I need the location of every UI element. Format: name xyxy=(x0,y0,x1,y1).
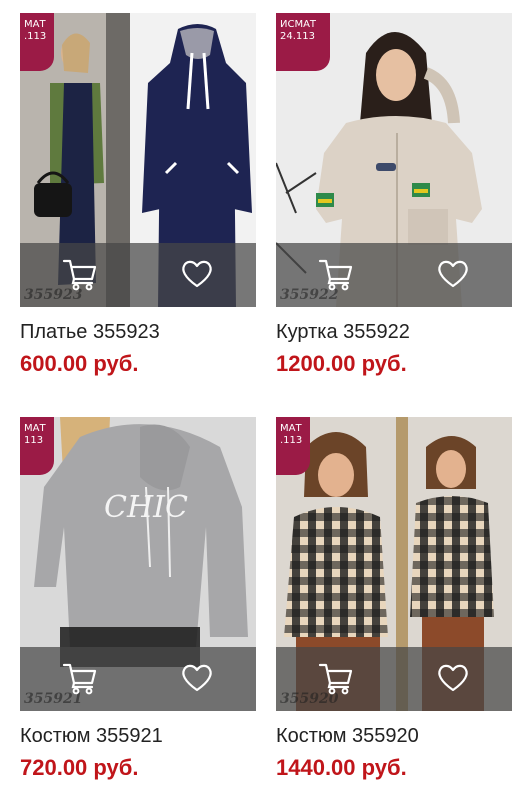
store-badge: МАТ 113 xyxy=(20,417,54,475)
action-bar: 355921 xyxy=(20,647,256,711)
product-grid: МАТ .113 355923 Платье 355923 600.00 руб… xyxy=(0,0,531,800)
action-bar: 355923 xyxy=(20,243,256,307)
add-to-favorites-button[interactable] xyxy=(180,257,214,291)
cart-icon xyxy=(318,259,353,291)
store-badge: ИСМАТ 24.113 xyxy=(276,13,330,71)
product-photo[interactable]: МАТ .113 355923 xyxy=(20,13,256,307)
product-photo[interactable]: CHIC МАТ 113 355921 xyxy=(20,417,256,711)
product-price: 1200.00 руб. xyxy=(276,351,407,376)
add-to-cart-button[interactable] xyxy=(318,661,354,695)
add-to-favorites-button[interactable] xyxy=(180,661,214,695)
product-name[interactable]: Костюм 355920 xyxy=(276,724,512,748)
product-photo[interactable]: ИСМАТ 24.113 355922 xyxy=(276,13,512,307)
product-name[interactable]: Платье 355923 xyxy=(20,320,256,344)
action-bar: 355920 xyxy=(276,647,512,711)
heart-icon xyxy=(438,260,468,288)
badge-text: .113 xyxy=(24,31,47,42)
add-to-cart-button[interactable] xyxy=(318,257,354,291)
heart-icon xyxy=(438,664,468,692)
svg-text:CHIC: CHIC xyxy=(104,490,188,525)
product-photo[interactable]: МАТ .113 355920 xyxy=(276,417,512,711)
product-price: 600.00 руб. xyxy=(20,351,139,376)
heart-icon xyxy=(182,664,212,692)
badge-text: МАТ xyxy=(24,19,46,30)
product-price: 720.00 руб. xyxy=(20,755,139,780)
product-card[interactable]: ИСМАТ 24.113 355922 Куртка 355922 1200.0… xyxy=(276,13,512,377)
badge-text: .113 xyxy=(280,435,303,446)
product-price: 1440.00 руб. xyxy=(276,755,407,780)
product-card[interactable]: CHIC МАТ 113 355921 Костюм 355921 720.00… xyxy=(20,417,256,781)
add-to-cart-button[interactable] xyxy=(62,661,98,695)
product-card[interactable]: МАТ .113 355920 Костюм 355920 1440.00 ру… xyxy=(276,417,512,781)
badge-text: 113 xyxy=(24,435,44,446)
action-bar: 355922 xyxy=(276,243,512,307)
store-badge: МАТ .113 xyxy=(276,417,310,475)
cart-icon xyxy=(62,663,97,695)
add-to-favorites-button[interactable] xyxy=(436,257,470,291)
badge-text: МАТ xyxy=(24,423,46,434)
product-name[interactable]: Костюм 355921 xyxy=(20,724,256,748)
product-card[interactable]: МАТ .113 355923 Платье 355923 600.00 руб… xyxy=(20,13,256,377)
badge-text: ИСМАТ xyxy=(280,19,317,30)
cart-icon xyxy=(318,663,353,695)
add-to-cart-button[interactable] xyxy=(62,257,98,291)
badge-text: МАТ xyxy=(280,423,302,434)
badge-text: 24.113 xyxy=(280,31,315,42)
heart-icon xyxy=(182,260,212,288)
store-badge: МАТ .113 xyxy=(20,13,54,71)
product-name[interactable]: Куртка 355922 xyxy=(276,320,512,344)
add-to-favorites-button[interactable] xyxy=(436,661,470,695)
cart-icon xyxy=(62,259,97,291)
